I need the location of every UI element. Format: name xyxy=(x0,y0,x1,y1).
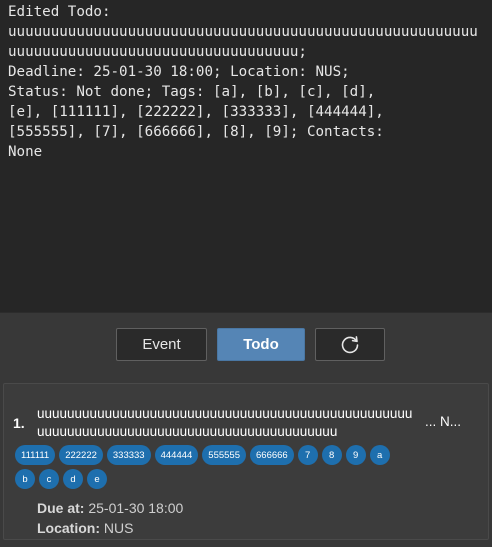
refresh-icon xyxy=(339,334,361,356)
todo-list-panel: 1. uuuuuuuuuuuuuuuuuuuuuuuuuuuuuuuuuuuuu… xyxy=(0,377,492,547)
tag-row: 111111 222222 333333 444444 555555 66666… xyxy=(15,445,390,465)
todo-title-overflow: ... N... xyxy=(425,414,462,429)
tag: 444444 xyxy=(154,445,199,465)
tag: 7 xyxy=(297,445,318,465)
due-label: Due at: xyxy=(37,500,85,516)
tag: 8 xyxy=(321,445,342,465)
tag: e xyxy=(87,469,107,489)
tag: d xyxy=(63,469,83,489)
location-detail: Location: NUS xyxy=(37,520,133,536)
due-detail: Due at: 25-01-30 18:00 xyxy=(37,500,183,516)
tag: 222222 xyxy=(59,445,103,465)
tag: 555555 xyxy=(202,445,246,465)
tag-row: b c d e xyxy=(15,469,107,489)
todo-card[interactable]: 1. uuuuuuuuuuuuuuuuuuuuuuuuuuuuuuuuuuuuu… xyxy=(3,383,489,540)
tag: a xyxy=(369,445,390,465)
tag: b xyxy=(15,469,35,489)
refresh-button[interactable] xyxy=(315,328,385,361)
todo-button[interactable]: Todo xyxy=(217,328,305,361)
todo-title: uuuuuuuuuuuuuuuuuuuuuuuuuuuuuuuuuuuuuuuu… xyxy=(37,406,413,439)
result-text: Edited Todo: uuuuuuuuuuuuuuuuuuuuuuuuuuu… xyxy=(8,4,478,160)
result-display[interactable]: Edited Todo: uuuuuuuuuuuuuuuuuuuuuuuuuuu… xyxy=(0,0,492,312)
event-button[interactable]: Event xyxy=(116,328,207,361)
tag: c xyxy=(39,469,59,489)
tag: 333333 xyxy=(106,445,151,465)
tag: 111111 xyxy=(15,445,56,465)
location-value: NUS xyxy=(103,520,134,536)
view-toolbar: Event Todo xyxy=(0,312,492,377)
tag: 9 xyxy=(345,445,366,465)
location-label: Location: xyxy=(37,520,100,536)
tag: 666666 xyxy=(250,445,294,465)
todo-index: 1. xyxy=(13,415,25,431)
due-value: 25-01-30 18:00 xyxy=(88,500,184,516)
